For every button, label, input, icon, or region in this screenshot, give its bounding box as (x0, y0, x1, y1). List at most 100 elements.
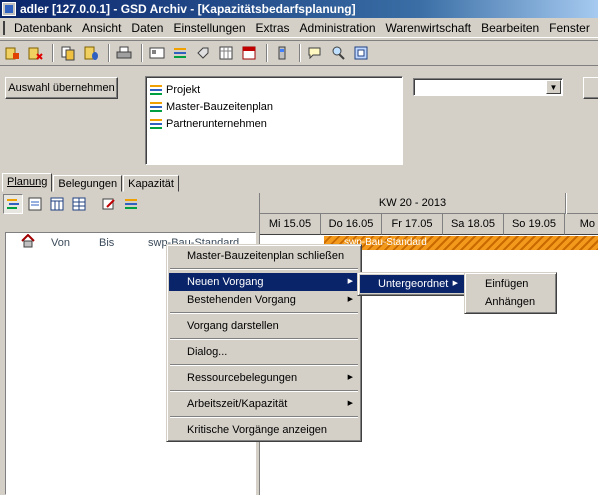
menu-item-dialog[interactable]: Dialog... (169, 343, 359, 361)
menu-separator (170, 268, 358, 270)
menu-item-ressourcebelegungen[interactable]: Ressourcebelegungen ▶ (169, 369, 359, 387)
context-menu: Master-Bauzeitenplan schließen Neuen Vorg… (166, 244, 362, 442)
submenu-arrow-icon: ▶ (347, 278, 353, 285)
list-item[interactable]: Partnerunternehmen (150, 115, 398, 132)
table-view-icon[interactable] (47, 194, 67, 214)
submenu-arrow-icon: ▶ (347, 374, 353, 381)
day-header: Sa 18.05 (443, 214, 504, 235)
column-bis[interactable]: Bis (99, 237, 148, 249)
day-header: Do 16.05 (321, 214, 382, 235)
toolbar-separator (108, 44, 110, 62)
auswahl-uebernehmen-button[interactable]: Auswahl übernehmen (5, 77, 118, 99)
list-item[interactable]: Master-Bauzeitenplan (150, 98, 398, 115)
window-title: adler [127.0.0.1] - GSD Archiv - [Kapazi… (20, 2, 356, 16)
list-icon (150, 101, 163, 112)
phone-icon[interactable] (272, 43, 292, 63)
tab-kapazitaet[interactable]: Kapazität (123, 175, 179, 192)
tab-planung[interactable]: Planung (2, 173, 53, 192)
toolbar-separator (299, 44, 301, 62)
toolbar-separator (141, 44, 143, 62)
day-header: Mi 15.05 (260, 214, 321, 235)
submenu-neuer-vorgang: Untergeordnet ▶ (357, 272, 467, 296)
menu-item-label: Bestehenden Vorgang (187, 294, 296, 306)
menu-item-label: Vorgang darstellen (187, 320, 279, 332)
menu-warenwirtschaft[interactable]: Warenwirtschaft (381, 19, 477, 37)
submenu-arrow-icon: ▶ (452, 280, 458, 287)
selection-list[interactable]: Projekt Master-Bauzeitenplan Partnerunte… (145, 76, 403, 165)
add-icon[interactable] (2, 43, 22, 63)
menu-ansicht[interactable]: Ansicht (77, 19, 126, 37)
menu-item-bestehenden-vorgang[interactable]: Bestehenden Vorgang ▶ (169, 291, 359, 309)
menu-separator (170, 390, 358, 392)
main-toolbar (0, 40, 598, 66)
search-icon[interactable] (328, 43, 348, 63)
calendar-grid-icon[interactable] (216, 43, 236, 63)
list-view-icon[interactable] (3, 194, 23, 214)
tab-belegungen[interactable]: Belegungen (53, 175, 123, 192)
mdi-window-icon[interactable] (3, 20, 5, 35)
menu-bearbeiten[interactable]: Bearbeiten (476, 19, 544, 37)
fullscreen-icon[interactable] (351, 43, 371, 63)
menu-item-anhangen[interactable]: Anhängen (467, 293, 554, 311)
toolbar-separator (266, 44, 268, 62)
menu-item-label: Neuen Vorgang (187, 276, 264, 288)
menu-daten[interactable]: Daten (126, 19, 168, 37)
next-week-header (567, 193, 598, 214)
menu-datenbank[interactable]: Datenbank (9, 19, 77, 37)
database-icon[interactable] (81, 43, 101, 63)
list-item[interactable]: Projekt (150, 81, 398, 98)
list-item-label: Partnerunternehmen (166, 117, 267, 130)
copy-icon[interactable] (58, 43, 78, 63)
menu-einstellungen[interactable]: Einstellungen (168, 19, 250, 37)
menu-item-einfugen[interactable]: Einfügen (467, 275, 554, 293)
day-header: Mo 20 (565, 214, 598, 235)
planning-toolbar (3, 192, 256, 216)
menu-item-label: Master-Bauzeitenplan schließen (187, 250, 345, 262)
edit-icon[interactable] (99, 194, 119, 214)
column-von[interactable]: Von (51, 237, 99, 249)
menu-separator (170, 338, 358, 340)
right-edge-button[interactable] (583, 77, 598, 99)
title-bar: adler [127.0.0.1] - GSD Archiv - [Kapazi… (0, 0, 598, 18)
menu-item-vorgang-darstellen[interactable]: Vorgang darstellen (169, 317, 359, 335)
chevron-down-icon[interactable]: ▼ (546, 80, 561, 94)
toolbar-separator (52, 44, 54, 62)
menu-separator (170, 364, 358, 366)
menu-item-kritische-vorgange-anzeigen[interactable]: Kritische Vorgänge anzeigen (169, 421, 359, 439)
submenu-untergeordnet: Einfügen Anhängen (464, 272, 557, 314)
menu-item-label: Anhängen (485, 296, 536, 308)
menu-item-master-bauzeitenplan-schlie-en[interactable]: Master-Bauzeitenplan schließen (169, 247, 359, 265)
menu-item-label: Untergeordnet (378, 278, 449, 290)
menu-item-label: Arbeitszeit/Kapazität (187, 398, 288, 410)
list-item-label: Projekt (166, 83, 201, 96)
list-icon (150, 118, 163, 129)
list-icon (150, 84, 163, 95)
submenu-arrow-icon: ▶ (347, 296, 353, 303)
menu-administration[interactable]: Administration (295, 19, 381, 37)
menu-extras[interactable]: Extras (251, 19, 295, 37)
print-icon[interactable] (114, 43, 134, 63)
list-icon[interactable] (170, 43, 190, 63)
app-icon (2, 2, 16, 16)
menu-item-label: Dialog... (187, 346, 228, 358)
detail-view-icon[interactable] (25, 194, 45, 214)
gantt-bar[interactable]: swp-Bau-Standard (324, 236, 598, 250)
color-list-icon[interactable] (121, 194, 141, 214)
day-header-row: Mi 15.05 Do 16.05 Fr 17.05 Sa 18.05 So 1… (260, 214, 598, 235)
submenu-arrow-icon: ▶ (347, 400, 353, 407)
filter-combobox[interactable]: ▼ (413, 78, 563, 96)
menu-separator (170, 312, 358, 314)
calendar-icon[interactable] (239, 43, 259, 63)
grid-view-icon[interactable] (69, 194, 89, 214)
remove-icon[interactable] (25, 43, 45, 63)
menu-fenster[interactable]: Fenster (544, 19, 595, 37)
chat-icon[interactable] (305, 43, 325, 63)
menu-item-arbeitszeit-kapazitat[interactable]: Arbeitszeit/Kapazität ▶ (169, 395, 359, 413)
card-icon[interactable] (147, 43, 167, 63)
tab-strip: Planung Belegungen Kapazität (2, 173, 180, 192)
menu-item-untergeordnet[interactable]: Untergeordnet ▶ (360, 275, 464, 293)
menu-item-neuen-vorgang[interactable]: Neuen Vorgang ▶ (169, 273, 359, 291)
tag-icon[interactable] (193, 43, 213, 63)
week-header: KW 20 - 2013 (260, 193, 566, 214)
day-header: Fr 17.05 (382, 214, 443, 235)
